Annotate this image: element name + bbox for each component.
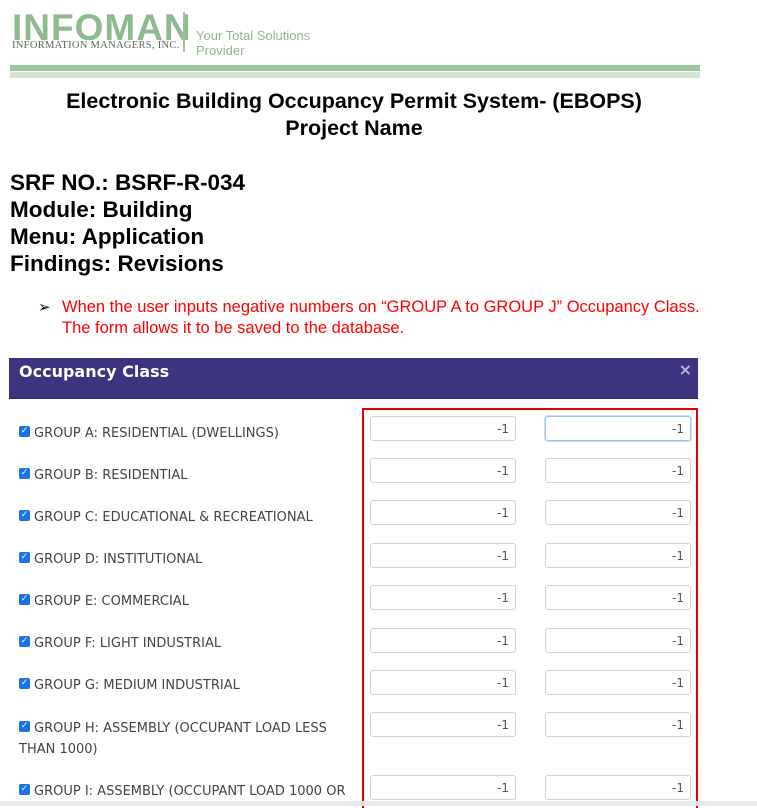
checkbox-checked-icon[interactable]: ✓: [19, 678, 30, 689]
occupancy-value-input-2[interactable]: -1: [545, 670, 691, 695]
occupancy-group-label: GROUP F: LIGHT INDUSTRIAL: [34, 636, 222, 651]
checkbox-checked-icon[interactable]: ✓: [19, 636, 30, 647]
header-rule-dark: [10, 65, 700, 71]
menu-line: Menu: Application: [10, 224, 205, 249]
occupancy-group-label: GROUP C: EDUCATIONAL & RECREATIONAL: [34, 510, 313, 525]
logo-tagline: Your Total Solutions Provider: [196, 28, 311, 58]
checkbox-checked-icon[interactable]: ✓: [19, 721, 30, 732]
modal-title: Occupancy Class: [19, 362, 170, 381]
infoman-logo: INFOMAN INFORMATION MANAGERS, INC. Your …: [10, 8, 360, 59]
occupancy-group-label: GROUP I: ASSEMBLY (OCCUPANT LOAD 1000 OR: [34, 784, 346, 799]
occupancy-value-input-2[interactable]: -1: [545, 628, 691, 653]
srf-number: SRF NO.: BSRF-R-034: [10, 170, 246, 195]
findings-line: Findings: Revisions: [10, 251, 224, 276]
close-icon[interactable]: ×: [679, 360, 692, 379]
modal-header: Occupancy Class ×: [9, 358, 698, 399]
checkbox-checked-icon[interactable]: ✓: [19, 784, 30, 795]
occupancy-value-input-2[interactable]: -1: [545, 416, 691, 441]
checkbox-checked-icon[interactable]: ✓: [19, 552, 30, 563]
occupancy-value-input-1[interactable]: -1: [370, 458, 516, 483]
logo-subtitle: INFORMATION MANAGERS, INC.: [12, 40, 180, 51]
occupancy-value-input-2[interactable]: -1: [545, 585, 691, 610]
logo-divider: [183, 12, 185, 52]
occupancy-value-input-1[interactable]: -1: [370, 670, 516, 695]
occupancy-value-input-1[interactable]: -1: [370, 416, 516, 441]
occupancy-value-input-2[interactable]: -1: [545, 775, 691, 800]
occupancy-group-label: GROUP G: MEDIUM INDUSTRIAL: [34, 678, 240, 693]
document-title: Electronic Building Occupancy Permit Sys…: [66, 89, 642, 113]
occupancy-value-input-2[interactable]: -1: [545, 458, 691, 483]
page-bottom-edge: [0, 801, 757, 806]
occupancy-group-label: GROUP E: COMMERCIAL: [34, 594, 189, 609]
project-name: Project Name: [285, 116, 423, 140]
occupancy-value-input-1[interactable]: -1: [370, 775, 516, 800]
occupancy-value-input-2[interactable]: -1: [545, 712, 691, 737]
occupancy-value-input-1[interactable]: -1: [370, 543, 516, 568]
occupancy-value-input-2[interactable]: -1: [545, 500, 691, 525]
occupancy-value-input-1[interactable]: -1: [370, 628, 516, 653]
occupancy-value-input-1[interactable]: -1: [370, 585, 516, 610]
finding-item: ➢ When the user inputs negative numbers …: [38, 297, 708, 339]
occupancy-value-input-1[interactable]: -1: [370, 500, 516, 525]
occupancy-group-label: GROUP H: ASSEMBLY (OCCUPANT LOAD LESS TH…: [19, 721, 327, 757]
occupancy-value-input-1[interactable]: -1: [370, 712, 516, 737]
occupancy-group-label: GROUP D: INSTITUTIONAL: [34, 552, 203, 567]
occupancy-group-label: GROUP A: RESIDENTIAL (DWELLINGS): [34, 426, 279, 441]
checkbox-checked-icon[interactable]: ✓: [19, 468, 30, 479]
header-rule-light: [10, 72, 700, 78]
checkbox-checked-icon[interactable]: ✓: [19, 426, 30, 437]
checkbox-checked-icon[interactable]: ✓: [19, 510, 30, 521]
checkbox-checked-icon[interactable]: ✓: [19, 594, 30, 605]
module-line: Module: Building: [10, 197, 193, 222]
occupancy-value-input-2[interactable]: -1: [545, 543, 691, 568]
finding-text: When the user inputs negative numbers on…: [62, 298, 700, 337]
occupancy-group-label: GROUP B: RESIDENTIAL: [34, 468, 188, 483]
arrow-bullet-icon: ➢: [38, 299, 51, 316]
